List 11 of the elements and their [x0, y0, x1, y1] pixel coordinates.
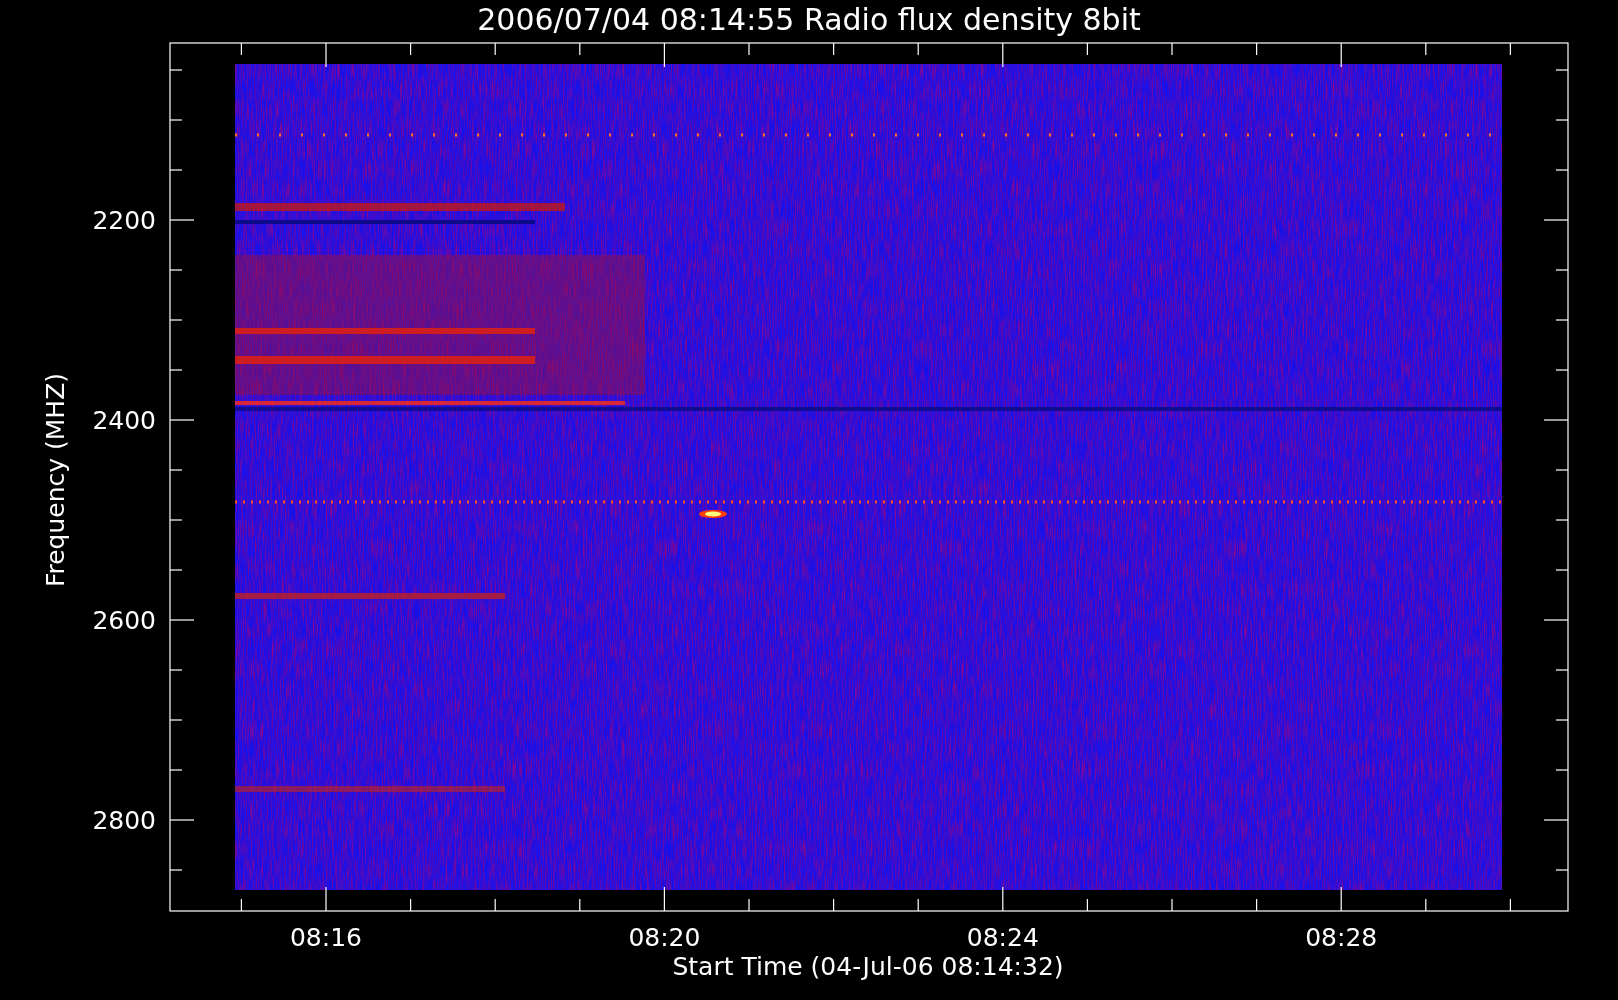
x-tick-label: 08:28: [1305, 923, 1378, 952]
y-tick-label: 2400: [92, 406, 156, 435]
x-tick-label: 08:24: [966, 923, 1039, 952]
y-tick-label: 2800: [92, 806, 156, 835]
x-tick-label: 08:16: [290, 923, 362, 952]
y-tick-label: 2600: [92, 606, 156, 635]
chart-title: 2006/07/04 08:14:55 Radio flux density 8bit: [477, 2, 1141, 37]
y-axis-label: Frequency (MHZ): [41, 372, 70, 588]
x-axis-label: Start Time (04-Jul-06 08:14:32): [672, 952, 1064, 981]
x-tick-label: 08:20: [628, 923, 701, 952]
y-tick-label: 2200: [92, 206, 156, 235]
